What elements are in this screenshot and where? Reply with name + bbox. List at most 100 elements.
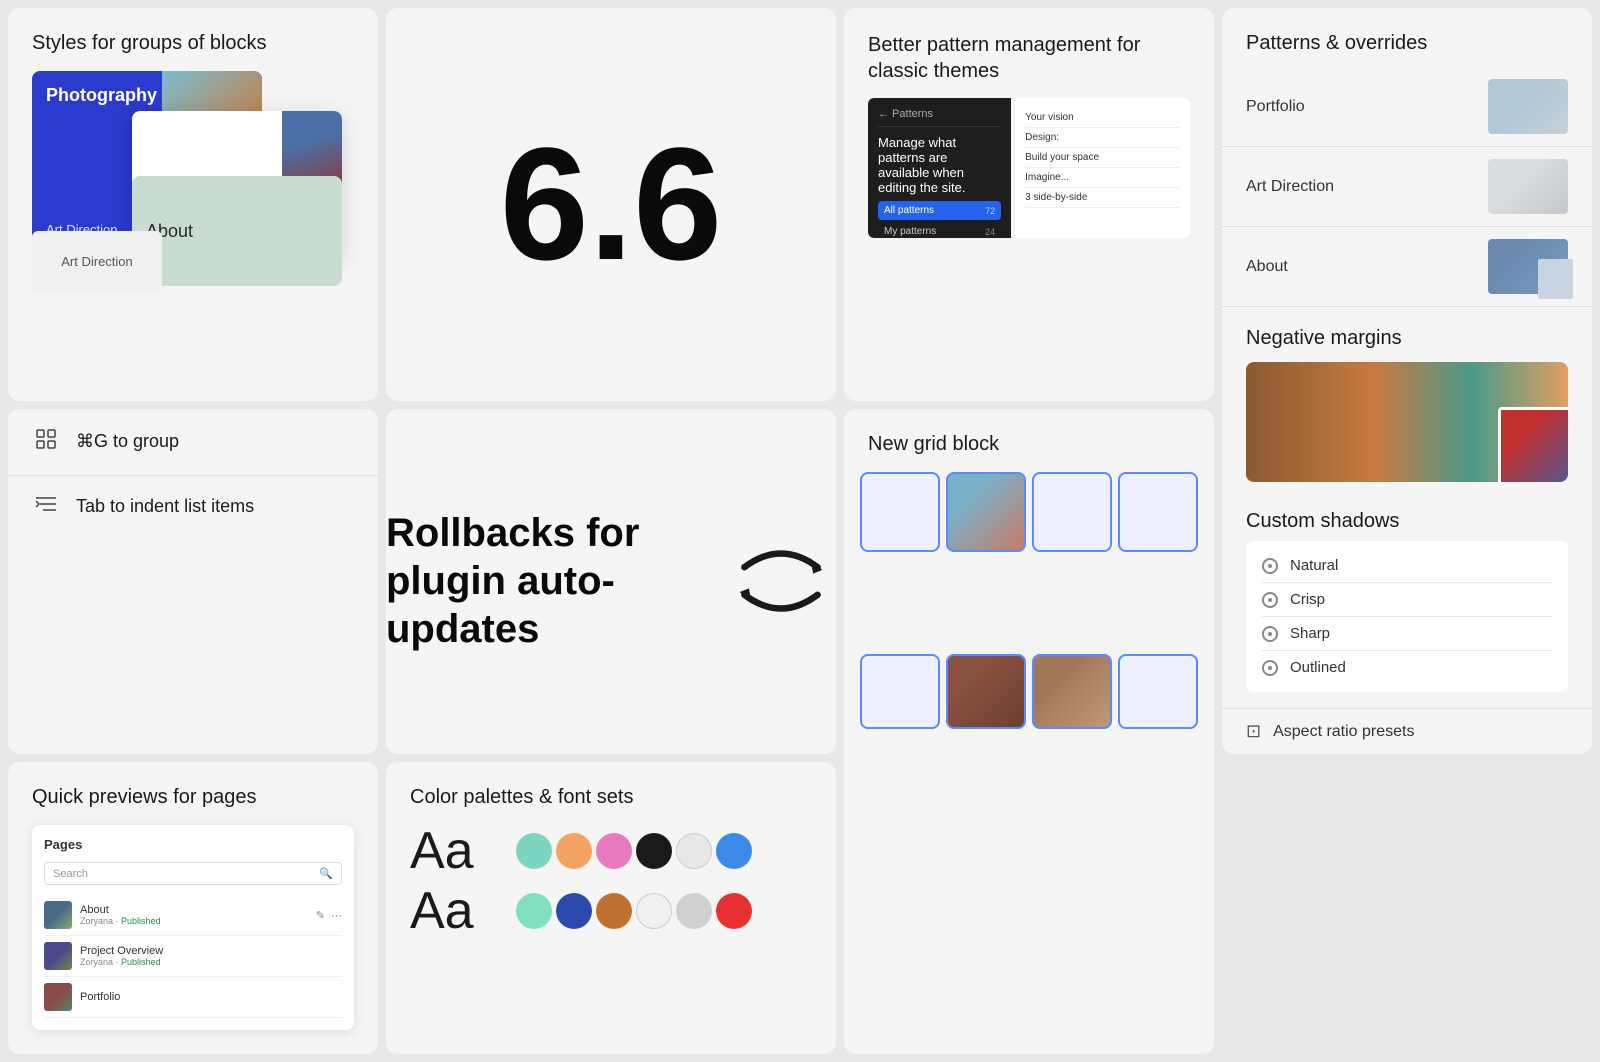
card-grid-block: New grid block (844, 409, 1214, 1055)
patterns-screenshot: ← Patterns Manage what patterns are avai… (868, 98, 1190, 238)
swatch-red (716, 893, 752, 929)
pattern-right-4: Imagine... (1025, 168, 1180, 188)
shadow-natural-label: Natural (1290, 557, 1338, 574)
card-styles-blocks: Styles for groups of blocks Photography … (8, 8, 378, 401)
pattern-item-all[interactable]: All patterns 72 (878, 201, 1001, 220)
page-actions-about: ✎ ⋯ (316, 909, 342, 922)
tab-shortcut-label: Tab to indent list items (76, 496, 254, 517)
po-item-about: About (1222, 227, 1592, 307)
shadow-crisp: Crisp (1262, 583, 1552, 617)
po-item-portfolio: Portfolio (1222, 67, 1592, 147)
page-thumb-portfolio (44, 983, 72, 1011)
custom-shadows-title: Custom shadows (1246, 510, 1568, 533)
po-item-art-direction: Art Direction (1222, 147, 1592, 227)
swatches-2 (516, 893, 812, 929)
rollbacks-text: Rollbacks for plugin auto-updates (386, 509, 694, 653)
patterns-left-panel: ← Patterns Manage what patterns are avai… (868, 98, 1011, 238)
negative-margins-title: Negative margins (1246, 327, 1568, 350)
card-color-palettes: Color palettes & font sets Aa Aa (386, 762, 836, 1054)
aspect-ratio-icon: ⊡ (1246, 721, 1261, 742)
swatch-blue (716, 833, 752, 869)
shadow-dot-outlined (1262, 660, 1278, 676)
grid-cell2-photo2 (1032, 654, 1112, 729)
art-label: Art Direction (61, 254, 133, 269)
pages-search[interactable]: Search 🔍 (44, 862, 342, 885)
group-shortcut-label: ⌘G to group (76, 431, 179, 452)
quick-preview-title: Quick previews for pages (32, 786, 354, 809)
shadow-dot-sharp (1262, 626, 1278, 642)
swatch-light (676, 833, 712, 869)
grid-cell2-1 (860, 654, 940, 729)
card-version: 6.6 (386, 8, 836, 401)
swatch-navy (556, 893, 592, 929)
po-about-thumb (1488, 239, 1568, 294)
art-block: Art Direction (32, 231, 162, 291)
indent-icon (32, 494, 60, 520)
shortcut-group: ⌘G to group (8, 409, 378, 476)
page-item-project[interactable]: Project Overview Zoryana · Published (44, 936, 342, 977)
swatch-white (636, 893, 672, 929)
shadow-dot-crisp (1262, 592, 1278, 608)
page-name-about: About (80, 904, 308, 916)
shadow-items-container: Natural Crisp Sharp Outlined (1246, 541, 1568, 692)
patterns-right-panel: Your vision Design: Build your space Ima… (1015, 98, 1190, 238)
styles-blocks-title: Styles for groups of blocks (32, 32, 354, 55)
font-row-2: Aa (410, 885, 812, 937)
about-block: About (132, 176, 342, 286)
page-info-about: About Zoryana · Published (80, 904, 308, 926)
page-info-portfolio: Portfolio (80, 991, 342, 1003)
po-portfolio-thumb (1488, 79, 1568, 134)
patterns-overrides-title: Patterns & overrides (1222, 8, 1592, 67)
swatch-tan (556, 833, 592, 869)
page-thumb-about (44, 901, 72, 929)
pattern-right-5: 3 side-by-side (1025, 188, 1180, 208)
pages-header: Pages (44, 837, 342, 852)
negative-margins-section: Negative margins (1222, 307, 1592, 494)
more-icon[interactable]: ⋯ (331, 909, 342, 922)
card-rollbacks: Rollbacks for plugin auto-updates (386, 409, 836, 755)
page-name-project: Project Overview (80, 945, 342, 957)
grid-preview-row1 (844, 472, 1214, 654)
card-patterns-management: Better pattern management for classic th… (844, 8, 1214, 401)
font-sample-1: Aa (410, 825, 500, 877)
search-icon: 🔍 (319, 867, 333, 880)
swatch-pink (596, 833, 632, 869)
pattern-right-2: Design: (1025, 128, 1180, 148)
grid-block-title: New grid block (844, 409, 1214, 472)
po-art-label: Art Direction (1246, 178, 1334, 196)
color-palettes-title: Color palettes & font sets (410, 786, 812, 809)
swatch-teal (516, 833, 552, 869)
card-shortcuts: ⌘G to group Tab to indent list items (8, 409, 378, 755)
grid-cell2-4 (1118, 654, 1198, 729)
shadow-dot-natural (1262, 558, 1278, 574)
swatch-gray (676, 893, 712, 929)
grid-cell2-photo1 (946, 654, 1026, 729)
patterns-mgmt-title: Better pattern management for classic th… (868, 32, 1190, 84)
shadow-crisp-label: Crisp (1290, 591, 1325, 608)
page-meta-project: Zoryana · Published (80, 957, 342, 967)
nm-overlay (1498, 407, 1568, 482)
shadow-sharp: Sharp (1262, 617, 1552, 651)
aspect-ratio-section: ⊡ Aspect ratio presets (1222, 708, 1592, 754)
grid-cell-4 (1118, 472, 1198, 552)
po-art-thumb (1488, 159, 1568, 214)
grid-cell-1 (860, 472, 940, 552)
page-item-about[interactable]: About Zoryana · Published ✎ ⋯ (44, 895, 342, 936)
negative-margins-preview (1246, 362, 1568, 482)
edit-icon[interactable]: ✎ (316, 909, 325, 922)
shadow-sharp-label: Sharp (1290, 625, 1330, 642)
font-row-1: Aa (410, 825, 812, 877)
page-item-portfolio[interactable]: Portfolio (44, 977, 342, 1018)
pattern-right-3: Build your space (1025, 148, 1180, 168)
page-meta-about: Zoryana · Published (80, 916, 308, 926)
shadow-outlined: Outlined (1262, 651, 1552, 684)
card-quick-preview: Quick previews for pages Pages Search 🔍 … (8, 762, 378, 1054)
swatch-orange (596, 893, 632, 929)
swatch-mint (516, 893, 552, 929)
pattern-item-my[interactable]: My patterns 24 (878, 222, 1001, 238)
patterns-header: ← Patterns (878, 108, 1001, 127)
swatches-1 (516, 833, 812, 869)
search-placeholder: Search (53, 868, 88, 880)
grid-cell-3 (1032, 472, 1112, 552)
grid-cell-photo1 (946, 472, 1026, 552)
